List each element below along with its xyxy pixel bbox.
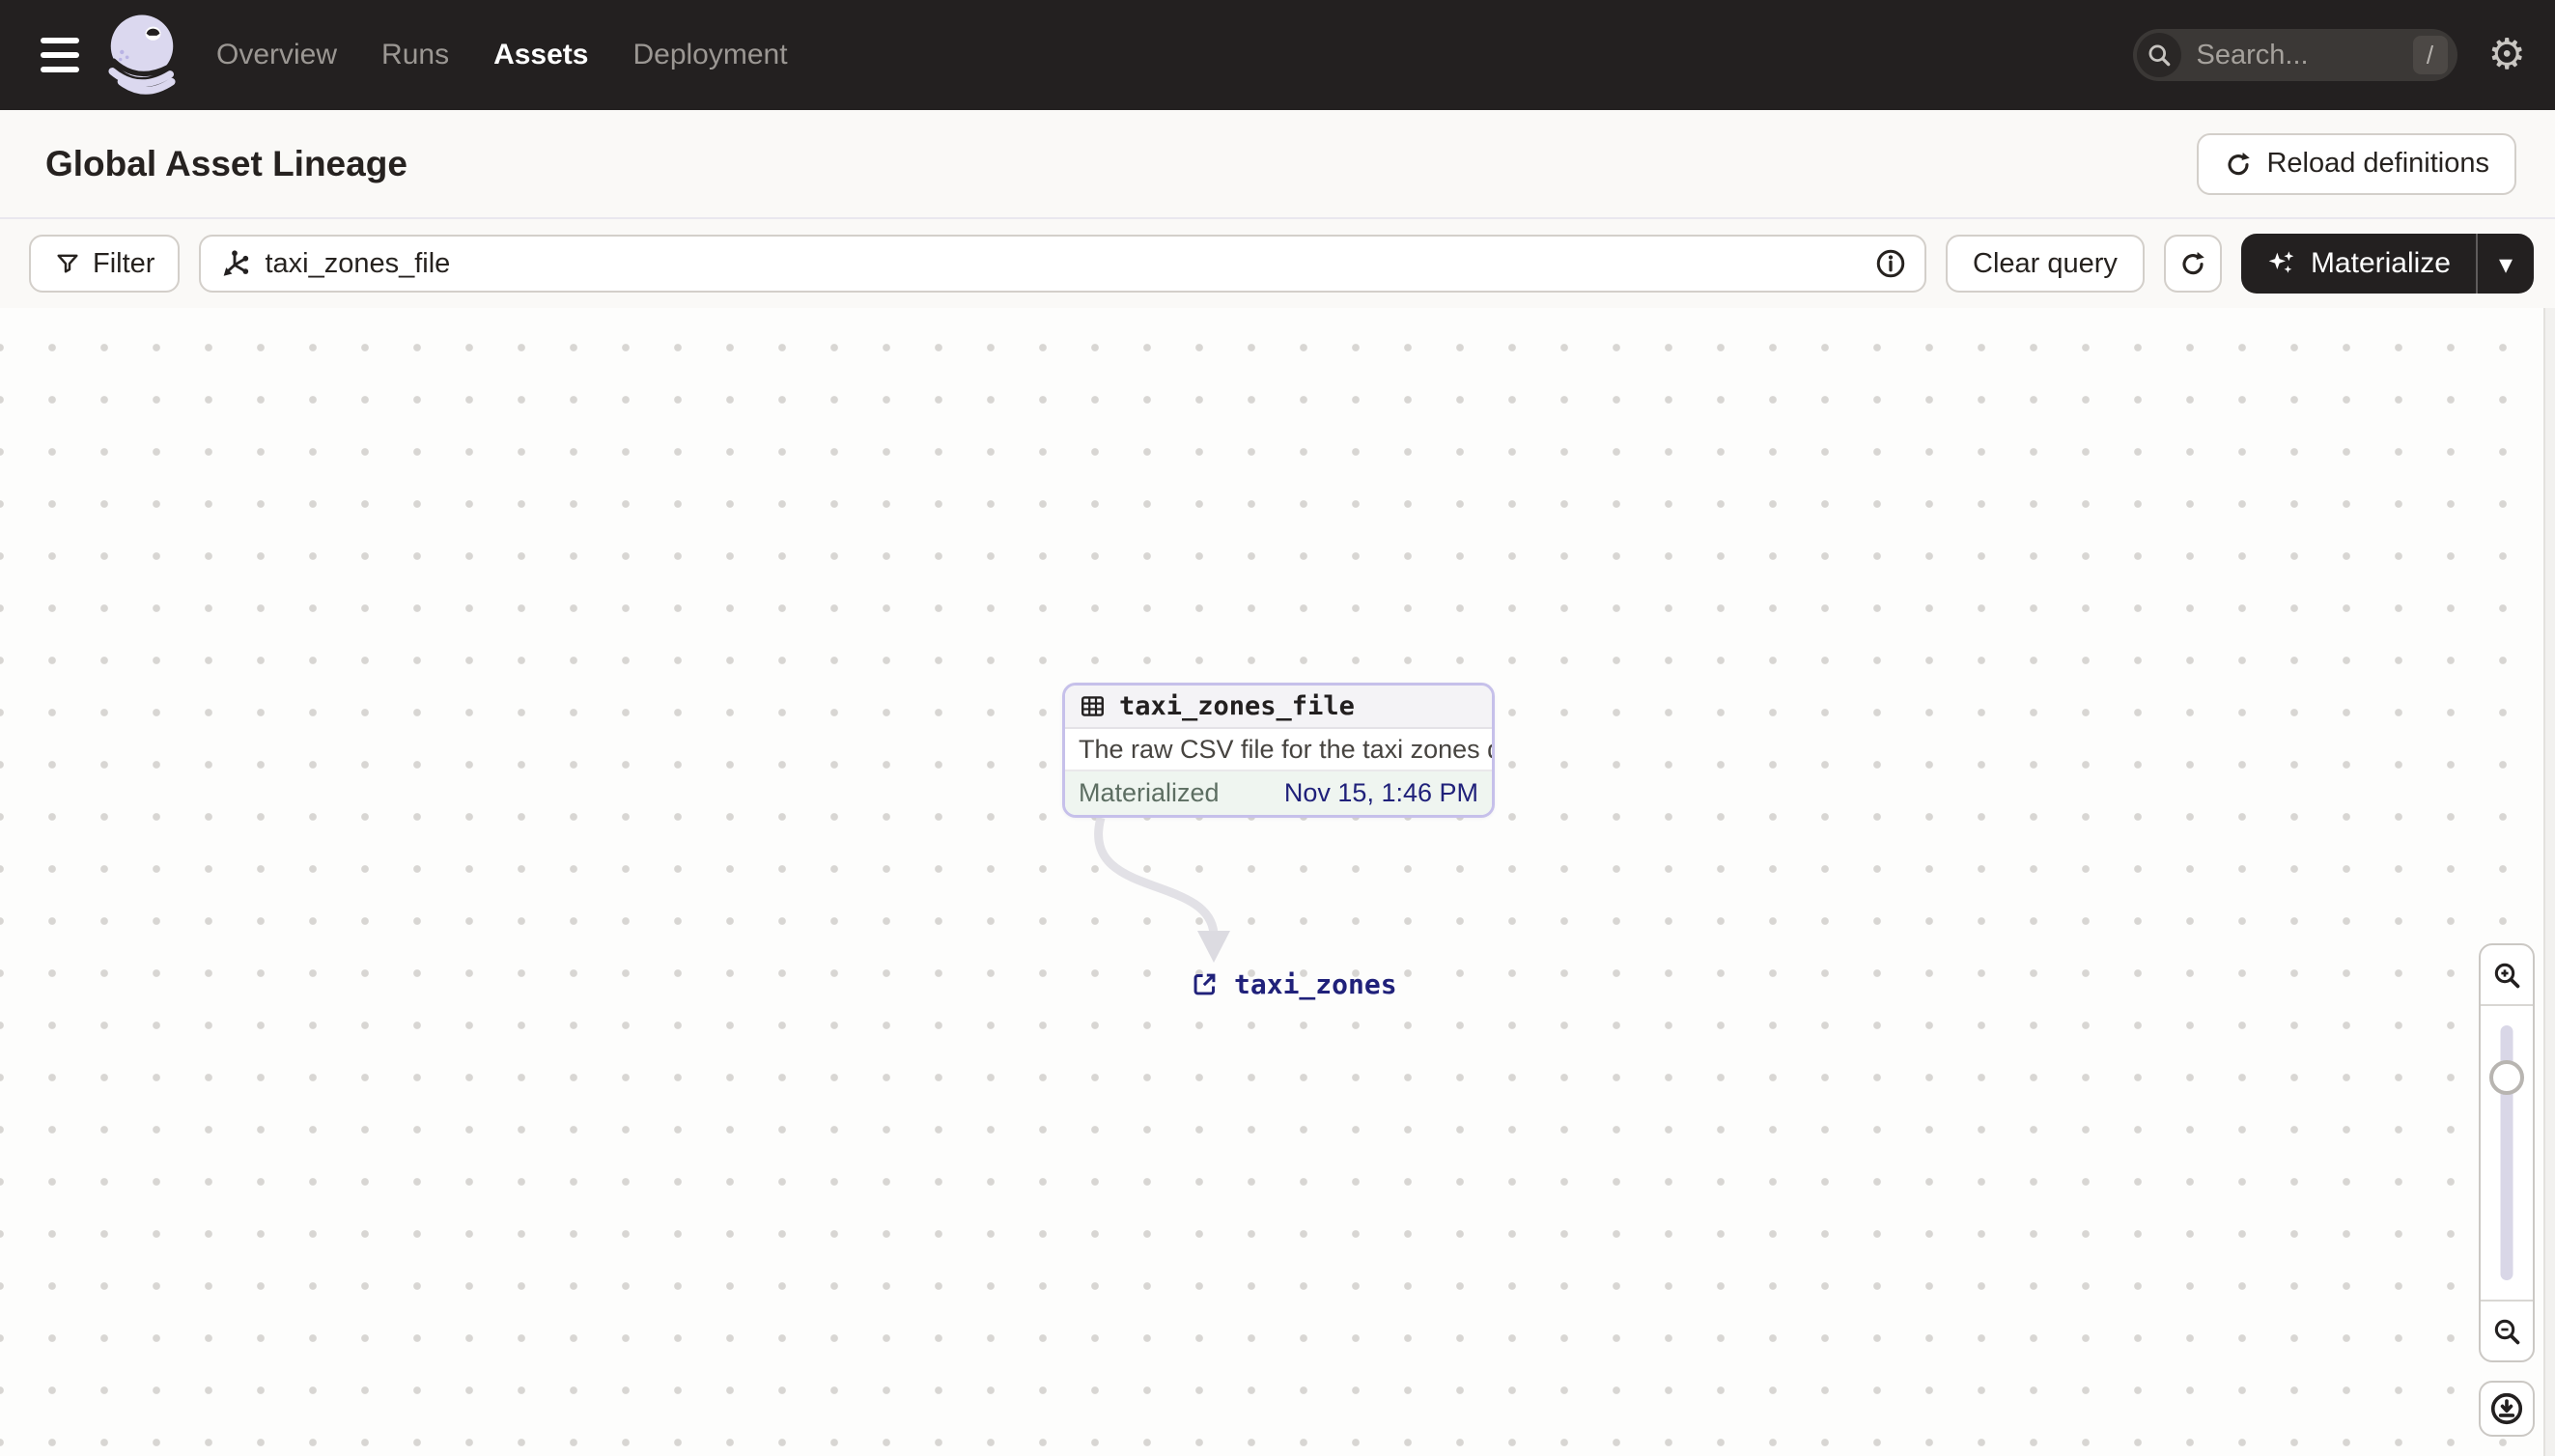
table-icon xyxy=(1081,696,1104,716)
materialize-dropdown-button[interactable]: ▾ xyxy=(2478,234,2534,294)
recenter-view-button[interactable] xyxy=(2479,1381,2535,1437)
materialization-timestamp[interactable]: Nov 15, 1:46 PM xyxy=(1284,778,1478,808)
filter-label: Filter xyxy=(93,247,155,279)
asset-query-input[interactable] xyxy=(265,247,1862,280)
filter-button[interactable]: Filter xyxy=(29,235,181,293)
op-selector-icon xyxy=(224,250,249,276)
funnel-icon xyxy=(57,254,78,273)
page-title: Global Asset Lineage xyxy=(45,143,407,183)
clear-query-button[interactable]: Clear query xyxy=(1946,235,2145,293)
dagster-logo[interactable] xyxy=(106,14,178,97)
download-circle-icon xyxy=(2490,1392,2523,1425)
search-icon xyxy=(2136,33,2181,77)
zoom-in-button[interactable] xyxy=(2481,945,2533,1006)
reload-icon xyxy=(2228,152,2251,175)
asset-node-description: The raw CSV file for the taxi zones dat.… xyxy=(1065,729,1492,771)
lineage-edge xyxy=(1094,816,1230,963)
lineage-canvas[interactable]: taxi_zones_file The raw CSV file for the… xyxy=(0,308,2555,1456)
nav-item-deployment[interactable]: Deployment xyxy=(632,39,787,71)
refresh-icon xyxy=(2182,252,2204,275)
refresh-button[interactable] xyxy=(2163,235,2222,293)
primary-nav: Overview Runs Assets Deployment xyxy=(216,39,788,71)
asset-node-name: taxi_zones_file xyxy=(1119,691,1355,721)
asset-query-box xyxy=(199,235,1927,293)
downstream-asset-link[interactable]: taxi_zones xyxy=(1190,968,1397,1000)
zoom-slider-thumb[interactable] xyxy=(2489,1060,2524,1095)
materialize-label: Materialize xyxy=(2310,247,2451,279)
zoom-control-panel xyxy=(2479,943,2535,1362)
zoom-in-icon xyxy=(2494,963,2520,988)
zoom-slider[interactable] xyxy=(2481,1006,2533,1300)
asset-node-status-row: Materialized Nov 15, 1:46 PM xyxy=(1065,771,1492,815)
clear-query-label: Clear query xyxy=(1973,247,2118,279)
external-link-icon xyxy=(1193,973,1216,995)
query-info-icon[interactable] xyxy=(1874,247,1907,280)
page-header: Global Asset Lineage Reload definitions xyxy=(0,110,2555,219)
search-placeholder: Search... xyxy=(2196,39,2309,70)
downstream-asset-name: taxi_zones xyxy=(1234,968,1397,1000)
materialize-button[interactable]: Materialize xyxy=(2241,234,2476,294)
reload-definitions-label: Reload definitions xyxy=(2266,148,2489,179)
status-badge: Materialized xyxy=(1079,778,1220,807)
global-search-input[interactable]: Search... / xyxy=(2132,29,2457,81)
nav-item-runs[interactable]: Runs xyxy=(381,39,449,71)
asset-node-taxi-zones-file[interactable]: taxi_zones_file The raw CSV file for the… xyxy=(1062,683,1495,818)
zoom-out-button[interactable] xyxy=(2481,1300,2533,1360)
top-nav-bar: Overview Runs Assets Deployment Search..… xyxy=(0,0,2555,110)
zoom-out-icon xyxy=(2494,1319,2520,1344)
canvas-scrollbar[interactable] xyxy=(2543,308,2555,1456)
hamburger-menu-icon[interactable] xyxy=(41,38,79,72)
asset-node-header: taxi_zones_file xyxy=(1065,686,1492,729)
gear-icon[interactable]: ⚙ xyxy=(2488,34,2526,76)
search-shortcut-badge: / xyxy=(2412,36,2448,74)
sparkles-icon xyxy=(2268,251,2294,273)
reload-definitions-button[interactable]: Reload definitions xyxy=(2197,132,2516,195)
nav-item-assets[interactable]: Assets xyxy=(493,39,588,71)
chevron-down-icon: ▾ xyxy=(2498,248,2513,279)
lineage-toolbar: Filter Clear query xyxy=(0,219,2555,308)
materialize-split-button: Materialize ▾ xyxy=(2240,234,2534,294)
nav-item-overview[interactable]: Overview xyxy=(216,39,337,71)
